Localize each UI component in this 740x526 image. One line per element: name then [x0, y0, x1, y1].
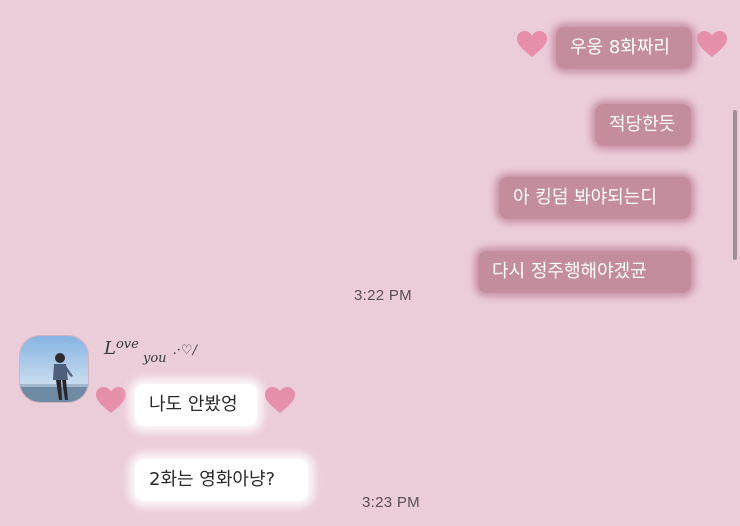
chat-view: 우웅 8화짜리 적당한듯 아 킹덤 봐야되는디 다시 정주행해야겠균 3:22 …	[0, 0, 740, 526]
outgoing-message[interactable]: 적당한듯	[595, 104, 691, 146]
contact-name: Love you .·♡/	[104, 337, 197, 368]
message-timestamp: 3:23 PM	[362, 494, 420, 511]
outgoing-message[interactable]: 우웅 8화짜리	[556, 27, 692, 69]
contact-name-initial: L	[104, 338, 116, 359]
outgoing-message[interactable]: 다시 정주행해야겠균	[478, 251, 691, 293]
heart-icon	[95, 386, 127, 414]
scrollbar[interactable]	[733, 110, 737, 260]
contact-name-part: ove	[115, 337, 139, 352]
incoming-message[interactable]: 나도 안봤엉	[135, 384, 257, 426]
message-timestamp: 3:22 PM	[354, 287, 412, 304]
outgoing-message[interactable]: 아 킹덤 봐야되는디	[499, 177, 691, 219]
heart-icon	[516, 30, 548, 58]
profile-avatar-photo	[20, 336, 88, 402]
contact-avatar[interactable]	[20, 336, 88, 402]
contact-name-decoration: .·♡/	[172, 343, 197, 358]
heart-icon	[264, 386, 296, 414]
contact-name-part: you	[142, 351, 167, 366]
incoming-message[interactable]: 2화는 영화아냥?	[135, 459, 308, 501]
heart-icon	[696, 30, 728, 58]
